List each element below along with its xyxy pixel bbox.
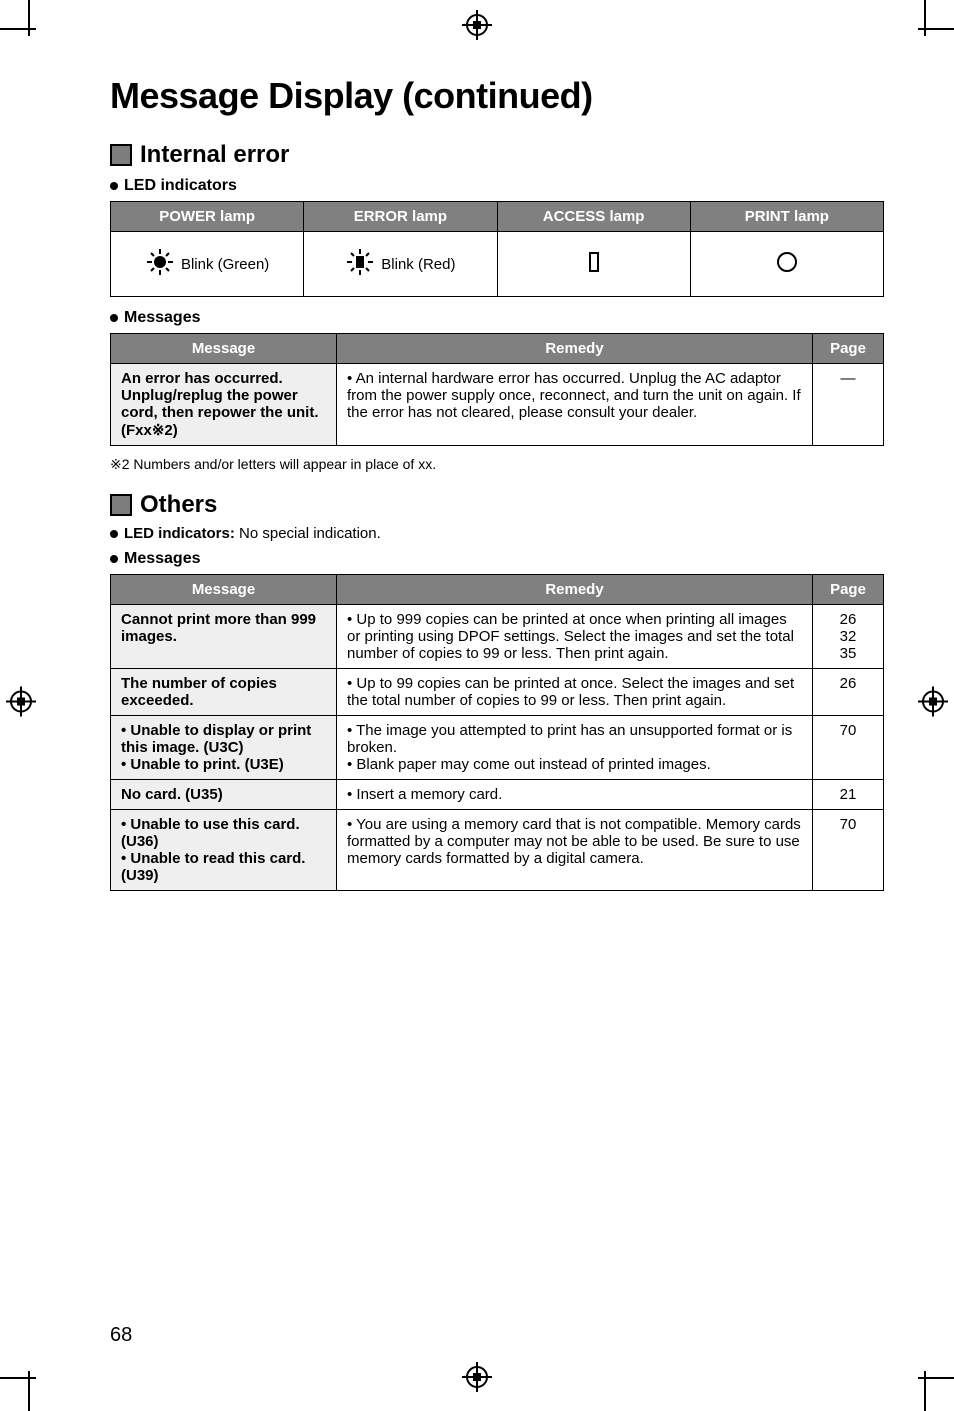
section-heading-internal: Internal error — [140, 141, 289, 169]
table-row: No card. (U35) • Insert a memory card. 2… — [111, 780, 884, 810]
page-cell: 21 — [813, 780, 884, 810]
remedy-cell: • The image you attempted to print has a… — [337, 716, 813, 780]
remedy-cell: • Up to 999 copies can be printed at onc… — [337, 605, 813, 669]
msg-cell: The number of copies exceeded. — [111, 669, 337, 716]
table-row: An error has occurred. Unplug/replug the… — [111, 364, 884, 446]
msg-cell: • Unable to use this card. (U36) • Unabl… — [111, 810, 337, 891]
th-page: Page — [813, 575, 884, 605]
remedy-cell: • Up to 99 copies can be printed at once… — [337, 669, 813, 716]
section-marker-icon — [110, 144, 132, 166]
table-row: • Unable to use this card. (U36) • Unabl… — [111, 810, 884, 891]
msg-cell: Cannot print more than 999 images. — [111, 605, 337, 669]
bullet-icon — [110, 530, 118, 538]
remedy-cell: • An internal hardware error has occurre… — [337, 364, 813, 446]
page-cell: 70 — [813, 810, 884, 891]
th-print-lamp: PRINT lamp — [690, 202, 883, 232]
blink-red-icon — [345, 247, 375, 281]
th-remedy: Remedy — [337, 575, 813, 605]
th-error-lamp: ERROR lamp — [304, 202, 497, 232]
messages-label-others: Messages — [124, 550, 201, 568]
th-page: Page — [813, 334, 884, 364]
th-remedy: Remedy — [337, 334, 813, 364]
th-message: Message — [111, 334, 337, 364]
table-row: Cannot print more than 999 images. • Up … — [111, 605, 884, 669]
remedy-cell: • You are using a memory card that is no… — [337, 810, 813, 891]
th-message: Message — [111, 575, 337, 605]
blink-green-icon — [145, 247, 175, 281]
access-lamp-off-icon — [587, 251, 601, 277]
page-title: Message Display (continued) — [110, 75, 884, 117]
led-indicators-note: No special indication. — [235, 525, 381, 542]
table-row: The number of copies exceeded. • Up to 9… — [111, 669, 884, 716]
power-lamp-value: Blink (Green) — [181, 256, 269, 273]
msg-cell: An error has occurred. Unplug/replug the… — [111, 364, 337, 446]
registration-mark-right — [918, 686, 948, 721]
page-number: 68 — [110, 1324, 132, 1347]
registration-mark-top — [462, 10, 492, 45]
remedy-cell: • Insert a memory card. — [337, 780, 813, 810]
bullet-icon — [110, 314, 118, 322]
others-messages-table: Message Remedy Page Cannot print more th… — [110, 574, 884, 891]
th-access-lamp: ACCESS lamp — [497, 202, 690, 232]
led-indicators-label: LED indicators — [124, 177, 237, 195]
bullet-icon — [110, 182, 118, 190]
section-heading-others: Others — [140, 491, 217, 519]
led-indicators-label-others: LED indicators: — [124, 525, 235, 542]
messages-label-internal: Messages — [124, 309, 201, 327]
led-indicators-table: POWER lamp ERROR lamp ACCESS lamp PRINT … — [110, 201, 884, 297]
section-marker-icon — [110, 494, 132, 516]
bullet-icon — [110, 555, 118, 563]
page-cell: 26 32 35 — [813, 605, 884, 669]
footnote-internal: ※2 Numbers and/or letters will appear in… — [110, 456, 884, 473]
msg-cell: • Unable to display or print this image.… — [111, 716, 337, 780]
page-cell: 70 — [813, 716, 884, 780]
page-cell: — — [813, 364, 884, 446]
registration-mark-left — [6, 686, 36, 721]
th-power-lamp: POWER lamp — [111, 202, 304, 232]
page-cell: 26 — [813, 669, 884, 716]
error-lamp-value: Blink (Red) — [381, 256, 455, 273]
msg-cell: No card. (U35) — [111, 780, 337, 810]
table-row: • Unable to display or print this image.… — [111, 716, 884, 780]
print-lamp-off-icon — [776, 251, 798, 277]
internal-messages-table: Message Remedy Page An error has occurre… — [110, 333, 884, 446]
registration-mark-bottom — [462, 1362, 492, 1397]
